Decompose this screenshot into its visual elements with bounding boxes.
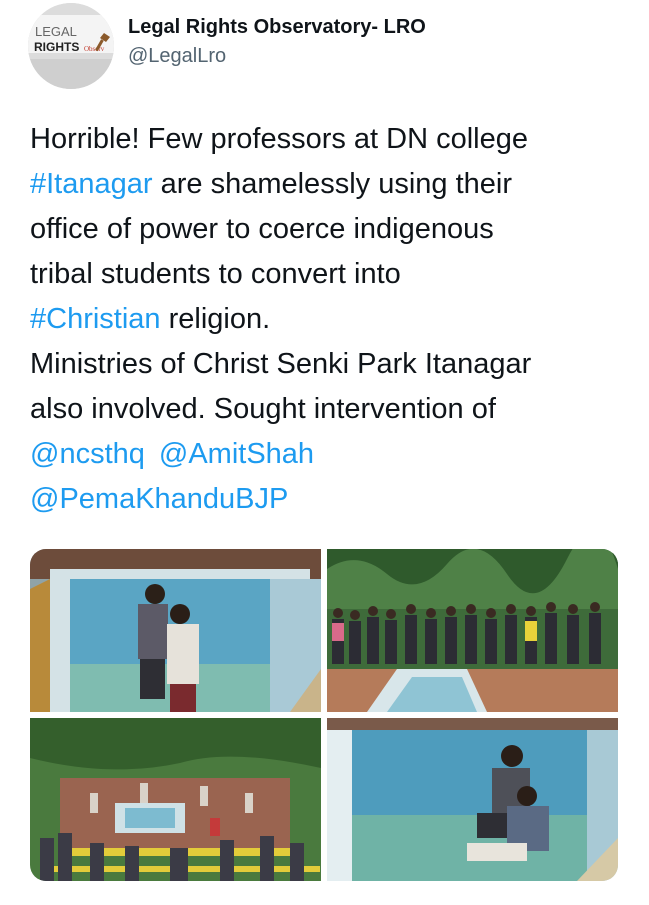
tweet-text: Horrible! Few professors at DN college #… (30, 117, 630, 522)
avatar-text-3: Observ (84, 45, 105, 53)
tweet-line: also involved. Sought intervention of (30, 393, 496, 425)
avatar-text-2: RIGHTS (34, 40, 79, 54)
lro-logo-icon: LEGAL RIGHTS Observ (28, 3, 114, 89)
hashtag-christian[interactable]: #Christian (30, 303, 161, 335)
tweet-line: @ncsthq @AmitShah (30, 432, 630, 477)
group-standing-photo[interactable] (327, 549, 618, 712)
pool-baptism-photo-2[interactable] (327, 718, 618, 881)
tweet-line-text: are shamelessly using their (152, 168, 512, 200)
pool-baptism-photo-1[interactable] (30, 549, 321, 712)
mention-ncsthq[interactable]: @ncsthq (30, 438, 145, 470)
media-grid (30, 549, 618, 881)
tweet-line: tribal students to convert into (30, 258, 401, 290)
crowd-around-pool-photo[interactable] (30, 718, 321, 881)
mention-amitshah[interactable]: @AmitShah (159, 438, 314, 470)
tweet-line-text: religion. (160, 303, 271, 335)
tweet-line: Horrible! Few professors at DN college (30, 123, 529, 155)
tweet-line: @PemaKhanduBJP (30, 477, 630, 522)
avatar-text-1: LEGAL (35, 24, 77, 39)
mention-pemakhandubjp[interactable]: @PemaKhanduBJP (30, 483, 288, 515)
author-handle[interactable]: @LegalLro (128, 45, 226, 68)
tweet-line: office of power to coerce indigenous (30, 213, 494, 245)
author-name[interactable]: Legal Rights Observatory- LRO (128, 16, 426, 39)
avatar[interactable]: LEGAL RIGHTS Observ (28, 3, 114, 89)
tweet-line: Ministries of Christ Senki Park Itanagar (30, 348, 532, 380)
hashtag-itanagar[interactable]: #Itanagar (30, 168, 153, 200)
tweet-line: #Christian religion. (30, 297, 630, 342)
tweet-line: #Itanagar are shamelessly using their (30, 162, 630, 207)
